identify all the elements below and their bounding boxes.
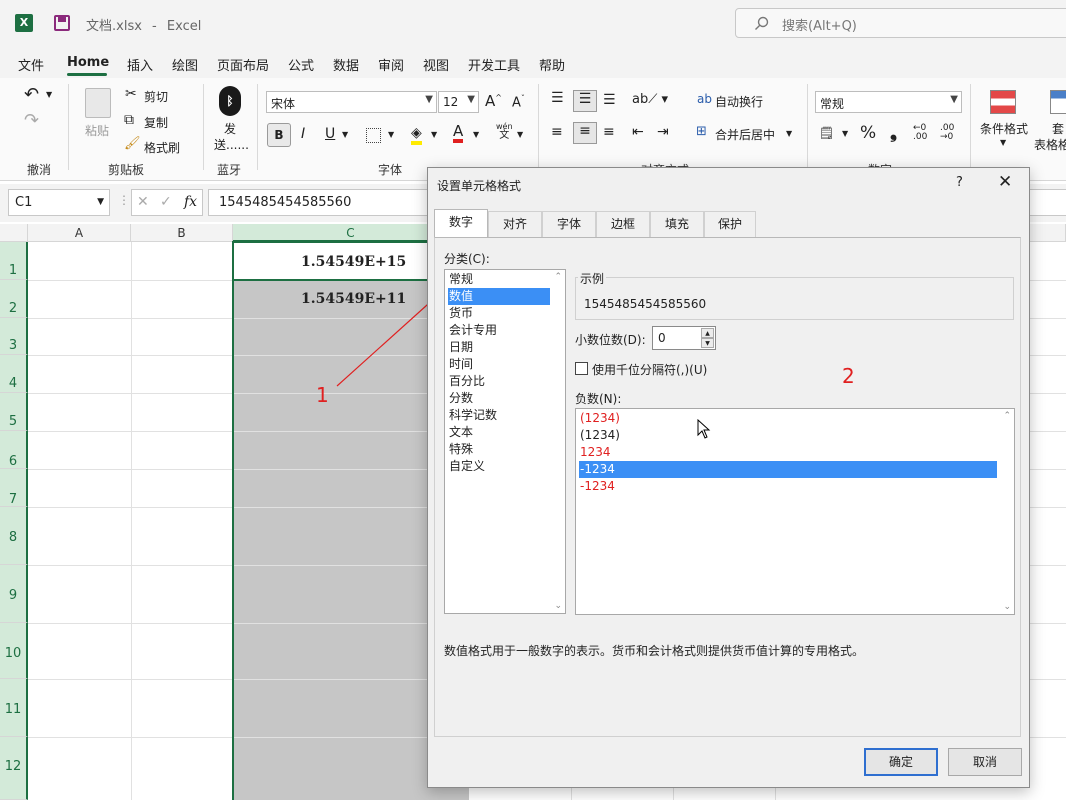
category-item[interactable]: 时间 bbox=[448, 356, 550, 373]
tab-font[interactable]: 字体 bbox=[542, 211, 596, 237]
sample-label: 示例 bbox=[578, 270, 607, 287]
category-item[interactable]: 特殊 bbox=[448, 441, 550, 458]
negative-numbers-label: 负数(N): bbox=[575, 392, 622, 406]
stepper-down-icon[interactable]: ▼ bbox=[701, 338, 714, 348]
tab-number[interactable]: 数字 bbox=[434, 209, 488, 238]
thousands-checkbox[interactable] bbox=[575, 362, 588, 375]
negative-option[interactable]: (1234) bbox=[579, 427, 997, 444]
dialog-title: 设置单元格格式 bbox=[437, 179, 522, 193]
decimal-places-label: 小数位数(D): bbox=[575, 333, 646, 347]
category-item[interactable]: 百分比 bbox=[448, 373, 550, 390]
negative-option[interactable]: (1234) bbox=[579, 410, 997, 427]
close-icon[interactable]: ✕ bbox=[998, 172, 1012, 192]
negative-option[interactable]: -1234 bbox=[579, 478, 997, 495]
negative-option[interactable]: -1234 bbox=[579, 461, 997, 478]
format-description: 数值格式用于一般数字的表示。货币和会计格式则提供货币值计算的专用格式。 bbox=[444, 644, 865, 658]
ok-button[interactable]: 确定 bbox=[864, 748, 938, 776]
category-item[interactable]: 常规 bbox=[448, 271, 550, 288]
category-item[interactable]: 自定义 bbox=[448, 458, 550, 475]
category-item[interactable]: 货币 bbox=[448, 305, 550, 322]
chevron-down-icon[interactable]: ⌄ bbox=[554, 601, 562, 611]
negative-numbers-list[interactable]: (1234) (1234) 1234 -1234 -1234 ⌃ ⌄ bbox=[575, 408, 1015, 615]
category-label: 分类(C): bbox=[444, 252, 490, 266]
help-button[interactable]: ? bbox=[956, 175, 963, 190]
decimal-places-value: 0 bbox=[658, 331, 666, 345]
thousands-label[interactable]: 使用千位分隔符(,)(U) bbox=[592, 361, 707, 378]
sample-value: 1545485454585560 bbox=[584, 297, 707, 311]
category-item[interactable]: 文本 bbox=[448, 424, 550, 441]
annotation-arrow-1 bbox=[336, 294, 439, 387]
stepper-up-icon[interactable]: ▲ bbox=[701, 328, 714, 338]
category-list[interactable]: 常规 数值 货币 会计专用 日期 时间 百分比 分数 科学记数 文本 特殊 自定… bbox=[444, 269, 566, 614]
tab-border[interactable]: 边框 bbox=[596, 211, 650, 237]
mouse-cursor-icon bbox=[697, 419, 711, 439]
cancel-button[interactable]: 取消 bbox=[948, 748, 1022, 776]
category-item[interactable]: 科学记数 bbox=[448, 407, 550, 424]
chevron-down-icon[interactable]: ⌄ bbox=[1003, 602, 1011, 612]
annotation-label-1: 1 bbox=[316, 383, 329, 407]
chevron-up-icon[interactable]: ⌃ bbox=[1003, 411, 1011, 421]
category-item[interactable]: 会计专用 bbox=[448, 322, 550, 339]
category-item[interactable]: 数值 bbox=[448, 288, 550, 305]
category-item[interactable]: 日期 bbox=[448, 339, 550, 356]
tab-alignment[interactable]: 对齐 bbox=[488, 211, 542, 237]
tab-fill[interactable]: 填充 bbox=[650, 211, 704, 237]
chevron-up-icon[interactable]: ⌃ bbox=[554, 272, 562, 282]
tab-protection[interactable]: 保护 bbox=[704, 211, 756, 237]
format-cells-dialog: 设置单元格格式 ? ✕ 数字 对齐 字体 边框 填充 保护 分类(C): 常规 … bbox=[427, 167, 1030, 788]
decimal-places-stepper[interactable]: 0 ▲ ▼ bbox=[652, 326, 716, 350]
annotation-label-2: 2 bbox=[842, 364, 855, 388]
negative-option[interactable]: 1234 bbox=[579, 444, 997, 461]
category-item[interactable]: 分数 bbox=[448, 390, 550, 407]
